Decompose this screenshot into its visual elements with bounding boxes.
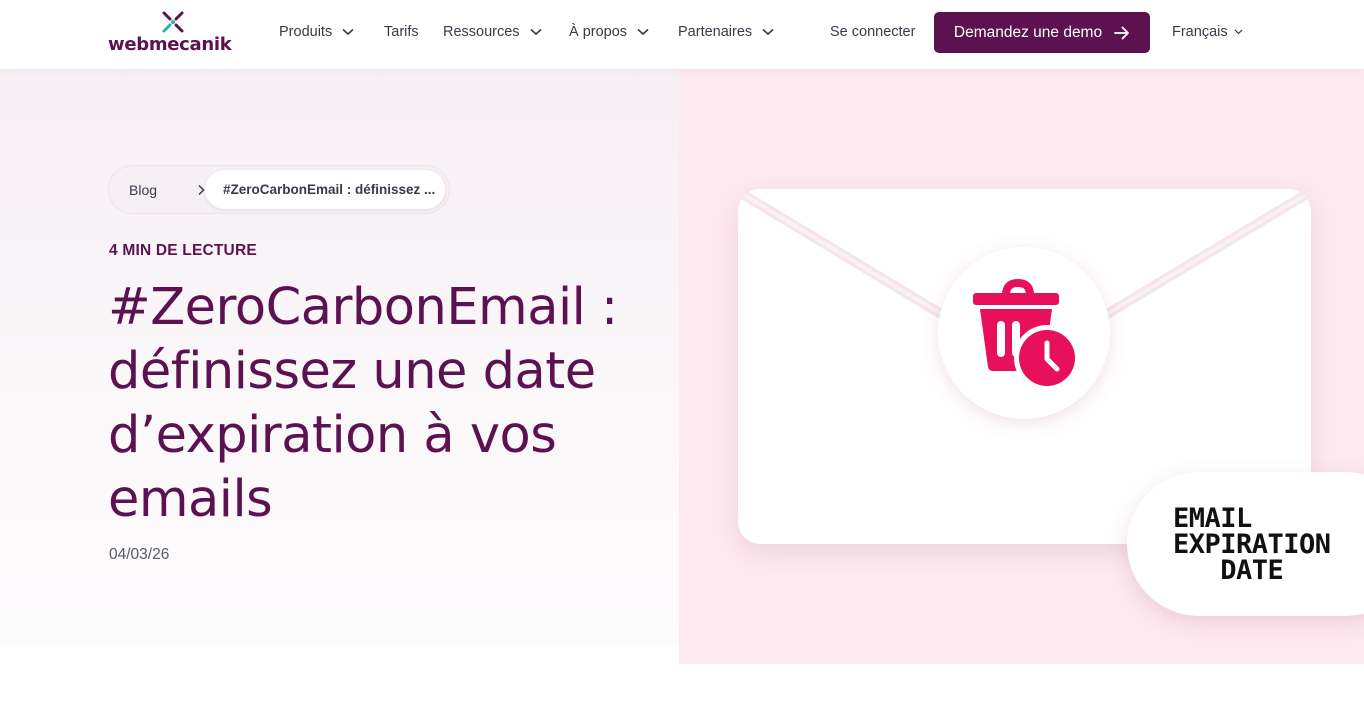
trash-clock-icon (973, 279, 1080, 391)
logo[interactable]: webmecanik (108, 10, 238, 56)
read-time: 4 MIN DE LECTURE (109, 242, 257, 259)
email-expiration-stamp: EMAIL EXPIRATION DATE (1127, 472, 1364, 616)
hero-illustration: EMAIL EXPIRATION DATE (679, 69, 1364, 664)
nav-produits[interactable]: Produits (279, 0, 354, 64)
nav-partenaires[interactable]: Partenaires (678, 0, 774, 64)
nav-partenaires-label: Partenaires (678, 24, 753, 40)
arrow-right-icon (1114, 26, 1130, 39)
site-header: webmecanik Produits Tarifs Ressources À … (0, 0, 1364, 69)
nav-ressources[interactable]: Ressources (443, 0, 542, 64)
login-link-label: Se connecter (830, 24, 916, 40)
page-title: #ZeroCarbonEmail : définissez une date d… (108, 278, 618, 529)
stamp-line-3: DATE (1220, 555, 1284, 586)
language-selector[interactable]: Français (1172, 0, 1243, 64)
nav-apropos-label: À propos (569, 24, 628, 40)
stamp-text: EMAIL EXPIRATION DATE (1173, 505, 1331, 586)
breadcrumb: Blog #ZeroCarbonEmail : définissez ... (108, 165, 450, 214)
request-demo-button[interactable]: Demandez une demo (934, 12, 1150, 53)
logo-text: webmecanik (108, 34, 232, 55)
chevron-down-icon (762, 28, 774, 36)
logo-mark-icon (162, 11, 184, 33)
trash-clock-badge (938, 247, 1110, 419)
nav-apropos[interactable]: À propos (569, 0, 649, 64)
chevron-right-icon (198, 184, 205, 195)
nav-tarifs[interactable]: Tarifs (384, 0, 419, 64)
breadcrumb-current: #ZeroCarbonEmail : définissez ... (205, 170, 445, 209)
request-demo-label: Demandez une demo (953, 23, 1103, 41)
nav-ressources-label: Ressources (443, 24, 520, 40)
chevron-down-icon (342, 28, 354, 36)
chevron-down-icon (1234, 29, 1243, 35)
nav-tarifs-label: Tarifs (384, 24, 419, 40)
login-link[interactable]: Se connecter (830, 0, 915, 64)
language-label: Français (1172, 24, 1228, 40)
publish-date: 04/03/26 (109, 546, 170, 563)
breadcrumb-blog-link[interactable]: Blog (129, 182, 157, 198)
chevron-down-icon (637, 28, 649, 36)
chevron-down-icon (530, 28, 542, 36)
nav-produits-label: Produits (279, 24, 333, 40)
